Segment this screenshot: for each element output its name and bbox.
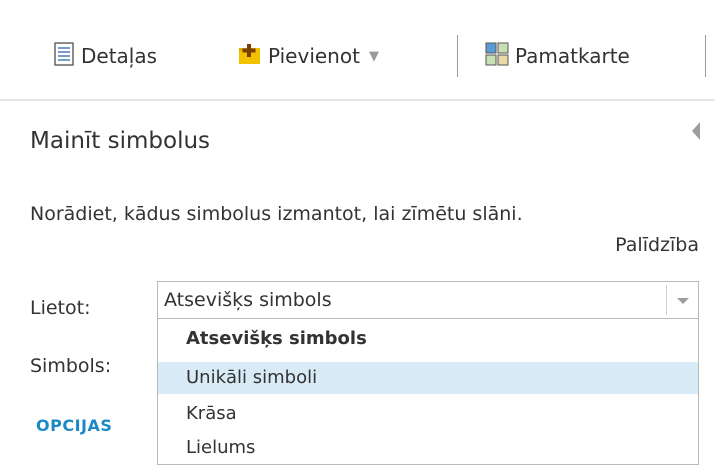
- use-label: Lietot:: [30, 297, 91, 319]
- select-value: Atsevišķs simbols: [164, 289, 332, 311]
- drawing-style-select[interactable]: Atsevišķs simbols: [157, 281, 699, 319]
- toolbar-divider: [457, 35, 458, 77]
- details-label: Detaļas: [81, 44, 158, 68]
- add-plus-icon: [238, 42, 262, 71]
- basemap-grid-icon: [485, 42, 509, 71]
- dropdown-option-size[interactable]: Lielums: [158, 432, 698, 464]
- select-divider: [666, 285, 667, 315]
- toolbar-divider: [705, 35, 706, 77]
- basemap-label: Pamatkarte: [515, 44, 630, 68]
- select-dropdown-menu: Atsevišķs simbols Unikāli simboli Krāsa …: [157, 318, 699, 465]
- chevron-down-icon: ▼: [368, 48, 379, 64]
- add-label: Pievienot: [268, 44, 360, 68]
- dropdown-option-color[interactable]: Krāsa: [158, 398, 698, 430]
- collapse-panel-icon[interactable]: [692, 122, 700, 140]
- add-button[interactable]: Pievienot ▼: [238, 37, 379, 75]
- help-link[interactable]: Palīdzība: [615, 234, 699, 256]
- symbol-label: Simbols:: [30, 355, 112, 377]
- panel-description: Norādiet, kādus simbolus izmantot, lai z…: [30, 203, 523, 225]
- dropdown-option-unique-symbols[interactable]: Unikāli simboli: [158, 362, 698, 394]
- dropdown-option-single-symbol[interactable]: Atsevišķs simbols: [158, 323, 698, 355]
- details-icon: [53, 41, 75, 71]
- basemap-button[interactable]: Pamatkarte: [485, 37, 630, 75]
- details-button[interactable]: Detaļas: [53, 37, 157, 75]
- chevron-down-icon[interactable]: [677, 298, 689, 304]
- options-link[interactable]: OPCIJAS: [36, 416, 112, 435]
- panel-title: Mainīt simbolus: [30, 128, 211, 154]
- toolbar: Detaļas Pievienot ▼ Pamatkarte: [0, 0, 715, 101]
